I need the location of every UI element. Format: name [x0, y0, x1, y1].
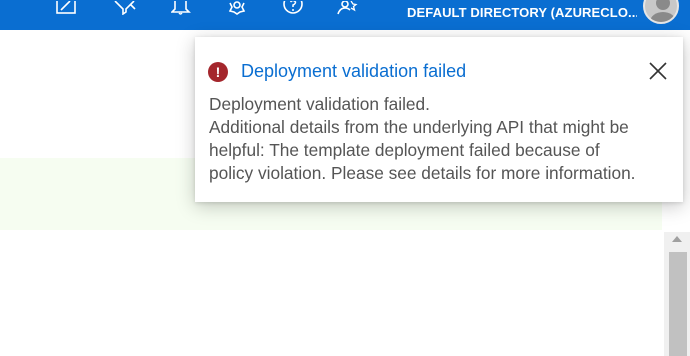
scrollbar-thumb[interactable]	[669, 252, 687, 356]
top-bar: DEFAULT DIRECTORY (AZURECLO...	[0, 0, 690, 30]
avatar-body-shape	[650, 12, 676, 22]
error-icon: !	[208, 62, 228, 82]
notifications-icon[interactable]	[170, 0, 194, 16]
notification-title[interactable]: Deployment validation failed	[241, 61, 466, 82]
avatar-head-shape	[656, 0, 670, 10]
avatar[interactable]	[643, 0, 679, 24]
filter-icon[interactable]	[113, 0, 137, 16]
edit-icon[interactable]	[55, 0, 79, 16]
directory-label[interactable]: DEFAULT DIRECTORY (AZURECLO...	[407, 5, 637, 20]
message-line: Additional details from the underlying A…	[209, 117, 629, 137]
feedback-icon[interactable]	[336, 0, 360, 16]
help-icon[interactable]	[281, 0, 305, 16]
message-line: policy violation. Please see details for…	[209, 163, 636, 183]
close-icon[interactable]	[647, 60, 669, 82]
notification-message: Deployment validation failed. Additional…	[209, 93, 679, 185]
scroll-up-arrow-icon[interactable]	[672, 236, 682, 242]
message-line: helpful: The template deployment failed …	[209, 140, 600, 160]
settings-icon[interactable]	[225, 0, 249, 16]
message-line: Deployment validation failed.	[209, 94, 430, 114]
notification-toast[interactable]: ! Deployment validation failed Deploymen…	[195, 37, 683, 202]
